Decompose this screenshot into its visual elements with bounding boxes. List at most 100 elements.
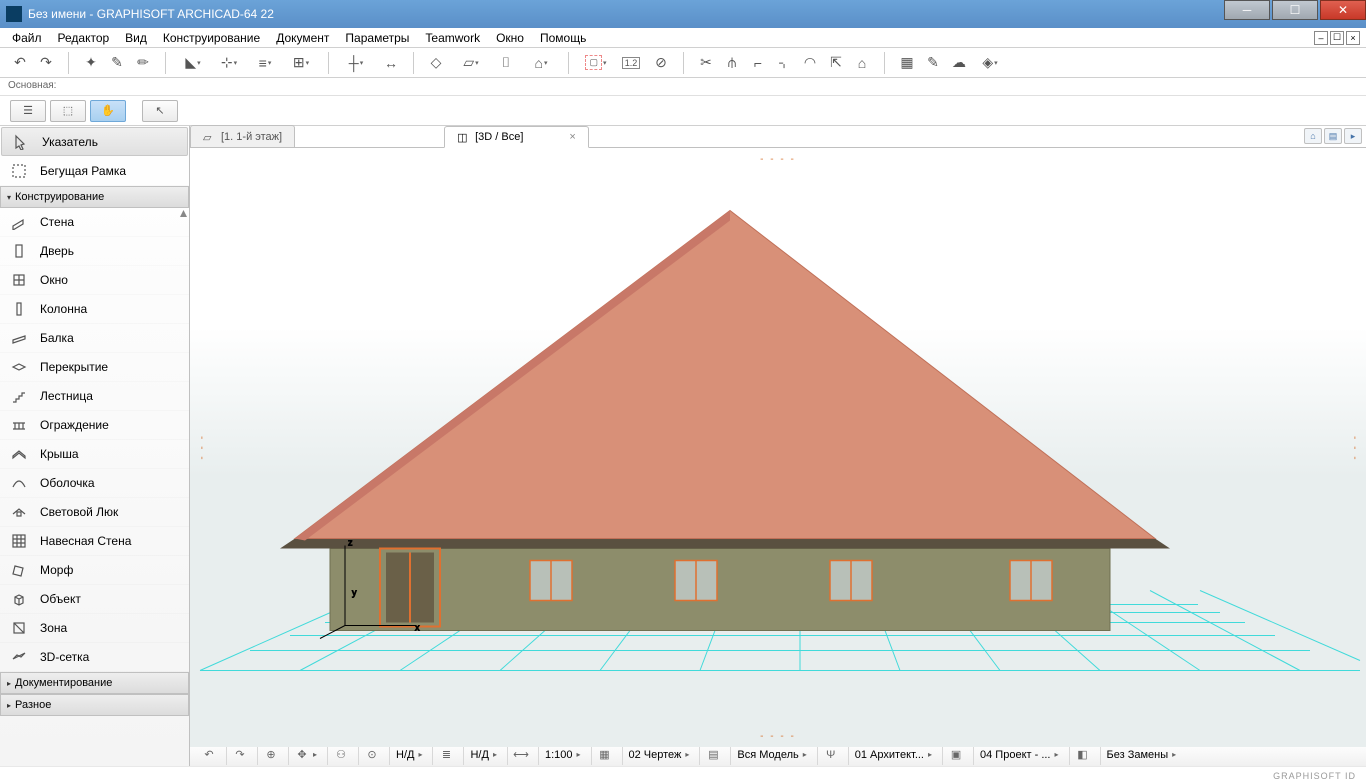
nav-more[interactable]: ▸ — [1344, 128, 1362, 144]
sb-layers-icon[interactable]: ≣ — [432, 745, 459, 765]
sb-rep-icon[interactable]: ◧ — [1069, 745, 1096, 765]
wall-button[interactable]: ⌷ — [494, 51, 518, 75]
mode-arrow[interactable]: ↖ — [142, 100, 178, 122]
3d-viewport[interactable]: - - - - - - - - - - — [190, 148, 1366, 747]
dimension-button[interactable]: 1.2 — [619, 51, 643, 75]
tool-door[interactable]: Дверь — [0, 237, 189, 266]
tool-mesh[interactable]: 3D-сетка — [0, 643, 189, 672]
tool-beam[interactable]: Балка — [0, 324, 189, 353]
setting-1[interactable]: ▦ — [895, 51, 919, 75]
save-cloud[interactable]: ☁ — [947, 51, 971, 75]
snap-tool[interactable]: ⊹▾ — [212, 51, 246, 75]
close-button[interactable]: ✕ — [1320, 0, 1366, 20]
tool-curtainwall[interactable]: Навесная Стена — [0, 527, 189, 556]
menu-help[interactable]: Помощь — [532, 29, 594, 47]
shell-icon — [10, 474, 28, 492]
nav-tree[interactable]: ▤ — [1324, 128, 1342, 144]
section-more[interactable]: ▸ Разное — [0, 694, 189, 716]
menu-editor[interactable]: Редактор — [50, 29, 118, 47]
maximize-button[interactable]: ☐ — [1272, 0, 1318, 20]
menu-options[interactable]: Параметры — [337, 29, 417, 47]
sb-pan[interactable]: ✥▸ — [288, 745, 323, 765]
sb-fit[interactable]: ⊙ — [358, 745, 385, 765]
section-document[interactable]: ▸ Документирование — [0, 672, 189, 694]
grid-tool[interactable]: ⊞▾ — [284, 51, 318, 75]
sb-na2[interactable]: Н/Д▸ — [463, 745, 502, 765]
guide-tool[interactable]: ≡▾ — [248, 51, 282, 75]
tab-3d[interactable]: ◫ [3D / Все] × — [444, 126, 589, 148]
cut-tool[interactable]: ✂ — [694, 51, 718, 75]
tag-tool[interactable]: ◈▾ — [973, 51, 1007, 75]
arc-tool[interactable]: ◠ — [798, 51, 822, 75]
home-icon[interactable]: ⌂ — [850, 51, 874, 75]
suspend-button[interactable]: ⊘ — [649, 51, 673, 75]
zone-icon — [10, 619, 28, 637]
sb-person[interactable]: ⚇ — [327, 745, 354, 765]
wand-button[interactable]: ✎ — [105, 51, 129, 75]
tool-column[interactable]: Колонна — [0, 295, 189, 324]
extend-tool[interactable]: ⇱ — [824, 51, 848, 75]
tool-slab[interactable]: Перекрытие — [0, 353, 189, 382]
brush-button[interactable]: ✏ — [131, 51, 155, 75]
tool-wall[interactable]: Стена — [0, 208, 189, 237]
chamfer-tool[interactable]: ⌍ — [772, 51, 796, 75]
fillet-tool[interactable]: ⌐ — [746, 51, 770, 75]
nav-home[interactable]: ⌂ — [1304, 128, 1322, 144]
mode-plan[interactable]: ☰ — [10, 100, 46, 122]
sb-zoom[interactable]: ⊕ — [257, 745, 284, 765]
menu-view[interactable]: Вид — [117, 29, 155, 47]
sb-scale-icon[interactable]: ⟷ — [507, 745, 534, 765]
pick-button[interactable]: ✦ — [79, 51, 103, 75]
plane-button[interactable]: ◇ — [424, 51, 448, 75]
sb-replace[interactable]: Без Замены▸ — [1100, 745, 1183, 765]
setting-2[interactable]: ✎ — [921, 51, 945, 75]
tool-railing[interactable]: Ограждение — [0, 411, 189, 440]
mode-orbit[interactable]: ✋ — [90, 100, 126, 122]
mode-select[interactable]: ⬚ — [50, 100, 86, 122]
menu-file[interactable]: Файл — [4, 29, 50, 47]
grid-snap[interactable]: ┼▾ — [339, 51, 373, 75]
menu-document[interactable]: Документ — [268, 29, 337, 47]
toolbox-panel: Указатель Бегущая Рамка ▾ Конструировани… — [0, 126, 190, 766]
sb-layer[interactable]: 02 Чертеж▸ — [622, 745, 696, 765]
sb-model[interactable]: Вся Модель▸ — [730, 745, 812, 765]
tab-close-button[interactable]: × — [569, 131, 575, 143]
tool-morph[interactable]: Морф — [0, 556, 189, 585]
sb-na1[interactable]: Н/Д▸ — [389, 745, 428, 765]
tool-pointer[interactable]: Указатель — [1, 127, 188, 156]
tool-object[interactable]: Объект — [0, 585, 189, 614]
join-tool[interactable]: ⫛ — [720, 51, 744, 75]
layer-button[interactable]: ▱▾ — [454, 51, 488, 75]
tool-skylight[interactable]: Световой Люк — [0, 498, 189, 527]
menu-window[interactable]: Окно — [488, 29, 532, 47]
angle-tool[interactable]: ◣▾ — [176, 51, 210, 75]
sb-arch-icon[interactable]: Ψ — [817, 745, 844, 765]
menu-teamwork[interactable]: Teamwork — [417, 29, 488, 47]
tool-roof[interactable]: Крыша — [0, 440, 189, 469]
sb-undo[interactable]: ↶ — [196, 745, 222, 765]
minimize-button[interactable]: ─ — [1224, 0, 1270, 20]
tool-marquee[interactable]: Бегущая Рамка — [0, 157, 189, 186]
sb-scale[interactable]: 1:100▸ — [538, 745, 587, 765]
sb-arch[interactable]: 01 Архитект...▸ — [848, 745, 938, 765]
sb-proj-icon[interactable]: ▣ — [942, 745, 969, 765]
tool-shell[interactable]: Оболочка — [0, 469, 189, 498]
tab-floorplan[interactable]: ▱ [1. 1-й этаж] — [190, 125, 295, 147]
doc-max-button[interactable]: ☐ — [1330, 31, 1344, 45]
sel-mode[interactable]: ▢▾ — [579, 51, 613, 75]
undo-button[interactable]: ↶ — [8, 51, 32, 75]
doc-close-button[interactable]: × — [1346, 31, 1360, 45]
sb-grid-icon[interactable]: ▦ — [591, 745, 618, 765]
sb-redo[interactable]: ↷ — [226, 745, 253, 765]
doc-min-button[interactable]: – — [1314, 31, 1328, 45]
section-design[interactable]: ▾ Конструирование — [0, 186, 189, 208]
tool-window[interactable]: Окно — [0, 266, 189, 295]
home-button[interactable]: ⌂▾ — [524, 51, 558, 75]
ruler-button[interactable]: ↔ — [379, 51, 403, 75]
tool-zone[interactable]: Зона — [0, 614, 189, 643]
redo-button[interactable]: ↷ — [34, 51, 58, 75]
menu-design[interactable]: Конструирование — [155, 29, 268, 47]
tool-stair[interactable]: Лестница — [0, 382, 189, 411]
sb-model-icon[interactable]: ▤ — [699, 745, 726, 765]
sb-project[interactable]: 04 Проект - ...▸ — [973, 745, 1064, 765]
